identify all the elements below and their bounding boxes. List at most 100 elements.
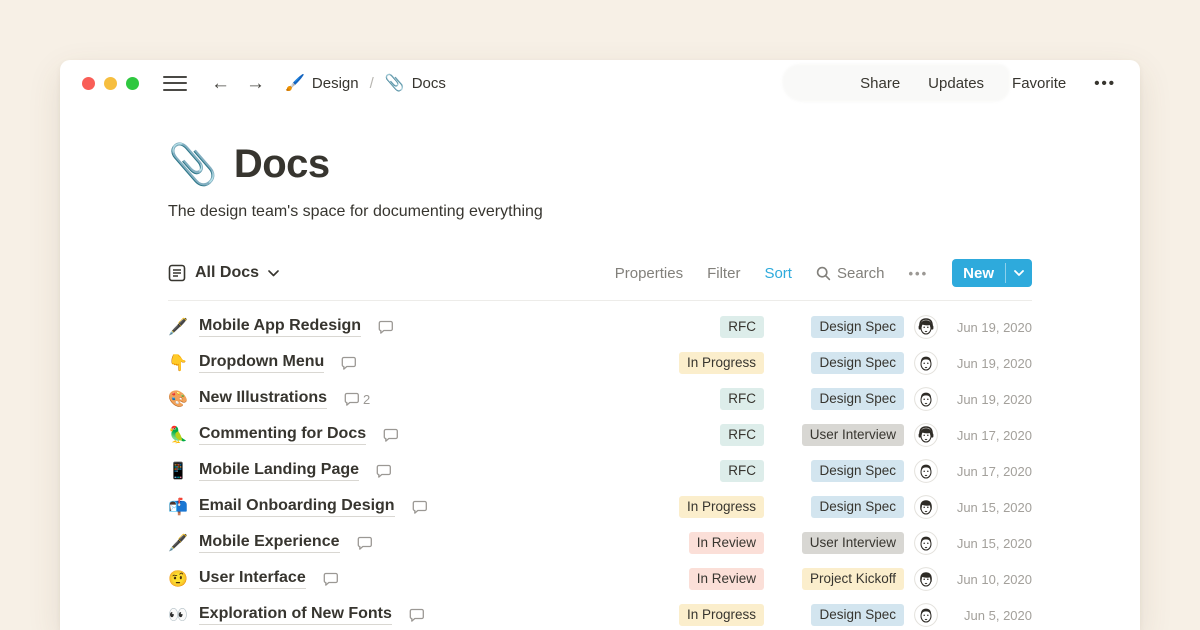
- date-label: Jun 19, 2020: [946, 320, 1032, 335]
- comment-count-badge[interactable]: [341, 356, 360, 370]
- minimize-window-icon[interactable]: [104, 77, 117, 90]
- page-subtitle: The design team's space for documenting …: [168, 203, 1032, 221]
- close-window-icon[interactable]: [82, 77, 95, 90]
- comment-count: 2: [363, 392, 370, 407]
- status-tag[interactable]: In Progress: [679, 352, 764, 374]
- type-tag[interactable]: User Interview: [802, 532, 904, 554]
- chevron-down-icon: [268, 270, 279, 277]
- avatar: [914, 315, 938, 339]
- comment-count-badge[interactable]: [376, 464, 395, 478]
- filter-button[interactable]: Filter: [707, 265, 740, 282]
- status-tag[interactable]: RFC: [720, 460, 764, 482]
- properties-button[interactable]: Properties: [615, 265, 683, 282]
- doc-emoji-icon: 📱: [168, 461, 188, 481]
- comment-bubble-icon: [383, 428, 398, 442]
- type-tag[interactable]: User Interview: [802, 424, 904, 446]
- type-tag[interactable]: Design Spec: [811, 604, 904, 626]
- breadcrumb-current[interactable]: Docs: [412, 75, 446, 92]
- date-label: Jun 17, 2020: [946, 428, 1032, 443]
- type-tag[interactable]: Design Spec: [811, 388, 904, 410]
- type-tag[interactable]: Design Spec: [811, 460, 904, 482]
- doc-title-link[interactable]: Mobile Landing Page: [199, 461, 359, 481]
- doc-title-link[interactable]: User Interface: [199, 569, 306, 589]
- avatar: [914, 423, 938, 447]
- date-label: Jun 19, 2020: [946, 356, 1032, 371]
- comment-count-badge[interactable]: [412, 500, 431, 514]
- table-row[interactable]: 👇 Dropdown Menu In Progress Design Spec …: [168, 345, 1032, 381]
- table-row[interactable]: 📱 Mobile Landing Page RFC Design Spec Ju…: [168, 453, 1032, 489]
- doc-title-link[interactable]: Dropdown Menu: [199, 353, 324, 373]
- type-tag[interactable]: Project Kickoff: [802, 568, 904, 590]
- doc-title-link[interactable]: Mobile App Redesign: [199, 317, 361, 337]
- comment-count-badge[interactable]: [378, 320, 397, 334]
- doc-emoji-icon: 👇: [168, 353, 188, 373]
- more-options-icon[interactable]: •••: [1094, 75, 1116, 92]
- cursor-scribble-ghost: [782, 64, 1010, 102]
- type-tag[interactable]: Design Spec: [811, 352, 904, 374]
- comment-count-badge[interactable]: [409, 608, 428, 622]
- status-tag[interactable]: In Review: [689, 568, 764, 590]
- table-row[interactable]: 🖋️ Mobile App Redesign RFC Design Spec J…: [168, 309, 1032, 345]
- table-row[interactable]: 🤨 User Interface In Review Project Kicko…: [168, 561, 1032, 597]
- doc-title-link[interactable]: Email Onboarding Design: [199, 497, 395, 517]
- comment-count-badge[interactable]: [357, 536, 376, 550]
- breadcrumb: 🖌️ Design / 📎 Docs: [285, 73, 446, 93]
- status-tag[interactable]: In Progress: [679, 604, 764, 626]
- doc-emoji-icon: 👀: [168, 605, 188, 625]
- doc-title-link[interactable]: Commenting for Docs: [199, 425, 366, 445]
- avatar: [914, 459, 938, 483]
- comment-bubble-icon: [344, 392, 359, 406]
- traffic-lights: [82, 77, 139, 90]
- comment-bubble-icon: [412, 500, 427, 514]
- document-list-icon: [168, 264, 186, 282]
- sort-button[interactable]: Sort: [764, 265, 792, 282]
- sidebar-menu-icon[interactable]: [163, 76, 187, 91]
- paintbrush-icon: 🖌️: [285, 73, 305, 93]
- avatar: [914, 351, 938, 375]
- status-tag[interactable]: RFC: [720, 424, 764, 446]
- date-label: Jun 15, 2020: [946, 500, 1032, 515]
- page-icon-paperclip[interactable]: 📎: [168, 145, 218, 185]
- zoom-window-icon[interactable]: [126, 77, 139, 90]
- table-row[interactable]: 🎨 New Illustrations 2 RFC Design Spec Ju…: [168, 381, 1032, 417]
- search-button[interactable]: Search: [816, 265, 885, 282]
- table-row[interactable]: 🖋️ Mobile Experience In Review User Inte…: [168, 525, 1032, 561]
- doc-emoji-icon: 🖋️: [168, 533, 188, 553]
- doc-title-link[interactable]: New Illustrations: [199, 389, 327, 409]
- forward-arrow-icon[interactable]: →: [246, 74, 265, 93]
- table-row[interactable]: 👀 Exploration of New Fonts In Progress D…: [168, 597, 1032, 630]
- breadcrumb-parent[interactable]: Design: [312, 75, 359, 92]
- comment-count-badge[interactable]: [323, 572, 342, 586]
- status-tag[interactable]: RFC: [720, 388, 764, 410]
- app-window: ← → 🖌️ Design / 📎 Docs Share Updates Fav…: [60, 60, 1140, 630]
- doc-emoji-icon: 🦜: [168, 425, 188, 445]
- new-button[interactable]: New: [952, 259, 1032, 287]
- window-topbar: ← → 🖌️ Design / 📎 Docs Share Updates Fav…: [60, 60, 1140, 106]
- toolbar-more-icon[interactable]: •••: [909, 266, 929, 281]
- status-tag[interactable]: RFC: [720, 316, 764, 338]
- comment-count-badge[interactable]: 2: [344, 392, 370, 407]
- status-tag[interactable]: In Progress: [679, 496, 764, 518]
- doc-emoji-icon: 🤨: [168, 569, 188, 589]
- status-tag[interactable]: In Review: [689, 532, 764, 554]
- type-tag[interactable]: Design Spec: [811, 316, 904, 338]
- avatar: [914, 387, 938, 411]
- comment-bubble-icon: [409, 608, 424, 622]
- new-button-label: New: [952, 259, 1005, 287]
- search-label: Search: [837, 265, 885, 282]
- date-label: Jun 5, 2020: [946, 608, 1032, 623]
- doc-title-link[interactable]: Mobile Experience: [199, 533, 340, 553]
- date-label: Jun 15, 2020: [946, 536, 1032, 551]
- comment-count-badge[interactable]: [383, 428, 402, 442]
- new-button-chevron-down-icon[interactable]: [1006, 259, 1032, 287]
- table-row[interactable]: 🦜 Commenting for Docs RFC User Interview…: [168, 417, 1032, 453]
- view-selector[interactable]: All Docs: [168, 264, 279, 282]
- avatar: [914, 567, 938, 591]
- type-tag[interactable]: Design Spec: [811, 496, 904, 518]
- avatar: [914, 495, 938, 519]
- doc-emoji-icon: 🎨: [168, 389, 188, 409]
- favorite-button[interactable]: Favorite: [1012, 75, 1066, 92]
- table-row[interactable]: 📬 Email Onboarding Design In Progress De…: [168, 489, 1032, 525]
- doc-title-link[interactable]: Exploration of New Fonts: [199, 605, 392, 625]
- back-arrow-icon[interactable]: ←: [211, 74, 230, 93]
